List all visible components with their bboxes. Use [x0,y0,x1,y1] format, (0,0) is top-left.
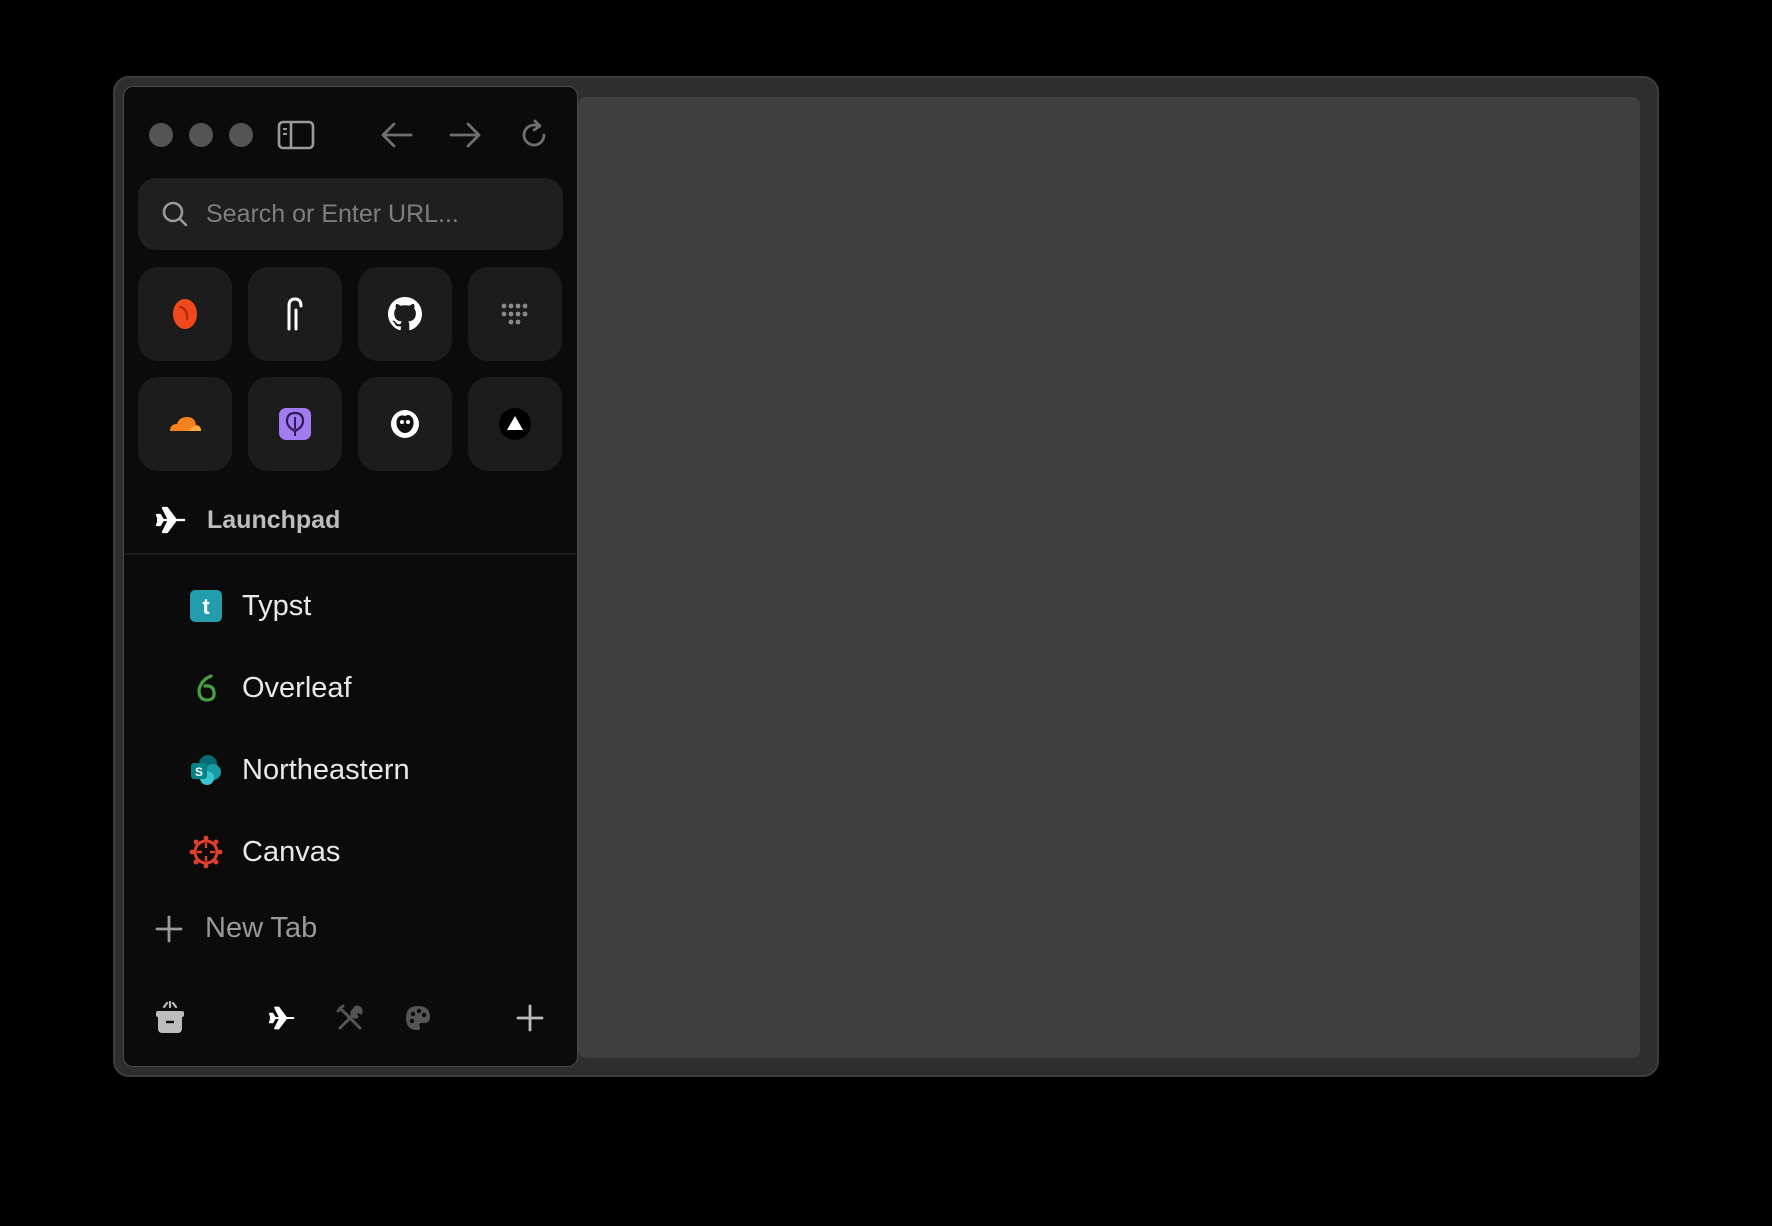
new-tab-label: New Tab [205,912,318,944]
reload-icon [522,119,546,147]
arrow-left-icon [381,122,413,148]
url-search-bar[interactable] [138,178,563,250]
tab-northeastern[interactable]: S Northeastern [188,742,410,798]
space-header[interactable]: Launchpad [155,505,340,535]
sidebar-toggle-button[interactable] [276,115,316,155]
section-divider [124,553,576,555]
favorite-cloudflare[interactable] [138,377,232,471]
back-button[interactable] [377,115,417,155]
arrow-right-icon [449,122,481,148]
favorite-github[interactable] [358,267,452,361]
dot-grid-icon [501,303,528,325]
overleaf-icon [188,670,224,706]
favorite-1[interactable] [138,267,232,361]
tab-overleaf[interactable]: Overleaf [188,660,352,716]
plus-icon [155,915,183,942]
archive-button[interactable] [150,998,190,1038]
zoom-button[interactable] [229,123,253,147]
sidebar-icon [277,120,315,150]
tab-canvas[interactable]: Canvas [188,824,340,880]
tab-typst[interactable]: t Typst [188,578,311,634]
space-tools-button[interactable] [330,998,370,1038]
close-button[interactable] [149,123,173,147]
favorite-6[interactable] [248,377,342,471]
web-content-area[interactable] [578,97,1640,1058]
favorite-2[interactable] [248,267,342,361]
canvas-icon [188,834,224,870]
purple-balloon-icon [279,408,311,440]
new-tab-button[interactable]: New Tab [155,912,317,945]
forward-button[interactable] [445,115,485,155]
space-palette-button[interactable] [398,998,438,1038]
triangle-icon [499,408,531,440]
github-icon [388,297,422,331]
space-launchpad-button[interactable] [262,998,302,1038]
reload-button[interactable] [514,115,554,155]
airplane-icon [155,506,185,534]
plus-icon [516,1004,544,1032]
tools-icon [336,1004,363,1030]
search-input[interactable] [204,198,548,230]
favorite-8[interactable] [468,377,562,471]
search-icon [160,199,190,229]
cloudflare-icon [170,417,201,431]
palette-icon [406,1006,430,1030]
space-label: Launchpad [207,505,341,534]
archive-icon [156,1001,184,1033]
tab-label: Northeastern [242,753,410,786]
orange-swirl-icon [173,299,197,329]
add-space-button[interactable] [510,998,550,1038]
sharepoint-icon: S [188,752,224,788]
typst-icon: t [188,588,224,624]
minimize-button[interactable] [189,123,213,147]
tab-label: Typst [242,589,312,622]
tab-label: Canvas [242,835,341,868]
tab-label: Overleaf [242,671,352,704]
svg-text:S: S [195,765,203,779]
tall-glyph-icon [287,297,303,331]
monkey-icon [391,410,419,438]
svg-text:t: t [202,594,210,619]
airplane-icon [268,1006,295,1030]
favorite-7[interactable] [358,377,452,471]
favorite-4[interactable] [468,267,562,361]
